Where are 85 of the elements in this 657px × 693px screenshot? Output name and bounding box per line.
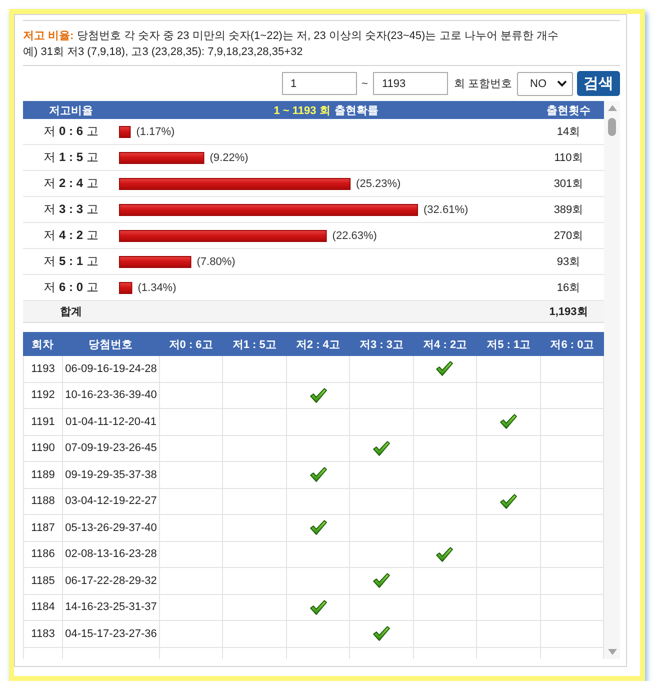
range-header: 1 ~ 1193 회	[274, 104, 330, 118]
search-button[interactable]: 검색	[577, 71, 620, 96]
ratio-label: 저 1 : 5 고	[44, 149, 98, 166]
count-text: 14회	[556, 125, 580, 139]
check-icon	[372, 626, 390, 642]
round-cell: 1193	[24, 356, 63, 382]
chevron-down-icon	[557, 80, 567, 87]
ratio-bar	[119, 126, 131, 138]
round-cell: 1183	[24, 621, 63, 646]
numbers-cell: 06-09-16-19-24-28	[63, 356, 160, 382]
column-header: 저5 : 1고	[486, 338, 532, 352]
column-header: 출현횟수	[546, 104, 592, 118]
check-icon	[310, 388, 327, 403]
round-to-field[interactable]: 1193	[372, 72, 448, 95]
round-from-field[interactable]: 1	[282, 72, 356, 95]
numbers-cell: 04-15-17-23-27-36	[63, 621, 160, 646]
column-header: 저0 : 6고	[168, 338, 214, 352]
check-icon	[310, 467, 327, 482]
bonus-label: 회 포함번호	[454, 77, 512, 91]
numbers-cell: 01-04-11-12-20-41	[63, 409, 160, 434]
round-cell: 1192	[24, 382, 63, 408]
check-icon	[436, 361, 454, 376]
check-icon	[310, 600, 327, 615]
column-header: 저6 : 0고	[549, 338, 596, 352]
count-text: 301회	[554, 177, 584, 191]
numbers-cell: 14-16-23-25-31-37	[63, 594, 160, 620]
scrollbar[interactable]	[604, 101, 620, 659]
round-cell: 1186	[24, 542, 63, 567]
description-label: 저고 비율:	[23, 30, 74, 42]
numbers-cell: 06-17-22-28-29-32	[63, 568, 160, 594]
round-cell: 1185	[24, 568, 63, 594]
count-text: 110회	[554, 151, 583, 165]
example-text: 예) 31회 저3 (7,9,18), 고3 (23,28,35): 7,9,18,23,28,35+32	[23, 45, 304, 60]
percent-label: (25.23%)	[356, 178, 401, 190]
percent-label: (9.22%)	[210, 152, 248, 164]
column-header: 출현확률	[334, 104, 378, 118]
round-cell: 1190	[24, 436, 63, 461]
round-cell: 1184	[24, 594, 63, 620]
scrollbar-thumb[interactable]	[608, 118, 616, 136]
count-text: 389회	[554, 203, 584, 217]
check-icon	[372, 440, 390, 456]
check-icon	[500, 414, 517, 430]
percent-label: (32.61%)	[424, 204, 468, 216]
ratio-label: 저 4 : 2 고	[44, 227, 98, 244]
percent-label: (1.17%)	[136, 126, 175, 138]
column-header: 회차	[30, 338, 54, 352]
round-cell: 1188	[24, 488, 63, 514]
column-header: 저1 : 5고	[231, 338, 278, 352]
ratio-label: 저 6 : 0 고	[44, 279, 98, 296]
count-text: 16회	[556, 281, 580, 295]
scroll-up-icon[interactable]	[608, 105, 616, 111]
ratio-label: 저 2 : 4 고	[44, 175, 98, 192]
column-header: 당첨번호	[88, 338, 134, 352]
round-cell: 1189	[24, 462, 63, 488]
check-icon	[436, 546, 454, 562]
ratio-label: 저 5 : 1 고	[44, 253, 98, 270]
percent-label: (1.34%)	[138, 282, 176, 294]
percent-label: (7.80%)	[196, 256, 236, 268]
numbers-cell: 09-19-29-35-37-38	[63, 462, 160, 488]
numbers-cell: 05-13-26-29-37-40	[63, 515, 160, 540]
ratio-label: 저 0 : 6 고	[44, 123, 98, 140]
numbers-cell: 03-04-12-19-22-27	[63, 488, 160, 514]
check-icon	[500, 494, 517, 509]
count-text: 270회	[554, 229, 584, 243]
description-text: 당첨번호 각 숫자 중 23 미만의 숫자(1~22)는 저, 23 이상의 숫자(23~45)는 고로 나누어 분류한 개수	[76, 30, 558, 42]
round-cell: 1187	[24, 515, 63, 540]
ratio-bar	[119, 282, 132, 294]
check-icon	[310, 520, 327, 536]
total-count: 1,193회	[548, 305, 589, 319]
count-text: 93회	[556, 255, 580, 269]
total-label: 합계	[59, 305, 83, 319]
ratio-label: 저 3 : 3 고	[44, 201, 98, 218]
percent-label: (22.63%)	[332, 230, 377, 242]
scroll-down-icon[interactable]	[608, 649, 616, 655]
range-separator: ~	[362, 78, 368, 90]
numbers-cell: 02-08-13-16-23-28	[63, 542, 160, 567]
column-header: 저고비율	[48, 104, 94, 118]
column-header: 저4 : 2고	[422, 338, 468, 352]
bonus-select[interactable]: NO	[517, 72, 573, 96]
round-cell: 1191	[24, 409, 63, 434]
column-header: 저2 : 4고	[294, 338, 341, 352]
numbers-cell: 10-16-23-36-39-40	[63, 382, 160, 408]
column-header: 저3 : 3고	[358, 338, 404, 352]
numbers-cell: 07-09-19-23-26-45	[63, 436, 160, 461]
check-icon	[372, 573, 390, 588]
